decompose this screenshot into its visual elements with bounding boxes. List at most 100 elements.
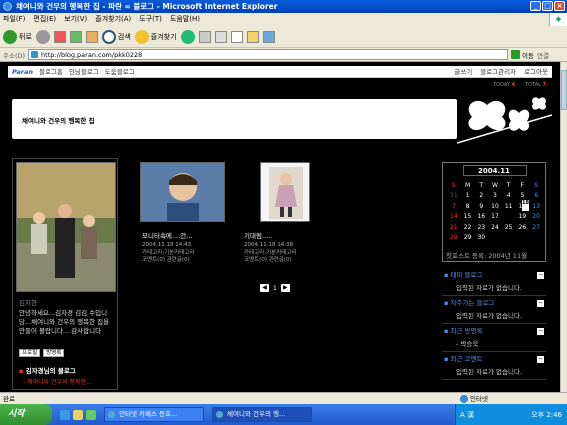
go-button[interactable]: 이동 — [511, 50, 534, 60]
calendar-day[interactable]: 29 — [461, 233, 475, 244]
taskbar-window-blog[interactable]: 채여니와 건우의 행... — [212, 407, 312, 422]
explorer-quicklaunch-icon[interactable] — [73, 409, 83, 420]
back-button[interactable]: 뒤로 — [3, 29, 32, 44]
calendar-month: 2004.11 — [478, 167, 510, 175]
menu-edit[interactable]: 편집(E) — [33, 13, 56, 26]
ime-indicator[interactable]: A 漢 — [460, 410, 474, 420]
calendar-day[interactable]: 9 — [474, 201, 488, 212]
forward-button[interactable] — [35, 29, 50, 44]
search-button[interactable]: 검색 — [101, 29, 131, 44]
calendar-day[interactable]: 4 — [502, 191, 516, 202]
calendar-day[interactable]: 19 — [516, 212, 530, 223]
taskbar-window-cafe[interactable]: 인터넷 카페스 등호... — [104, 407, 204, 422]
post-category[interactable]: 카테고리:기본카테고리 — [142, 250, 194, 258]
refresh-button[interactable] — [69, 30, 82, 43]
calendar-day[interactable]: 20 — [529, 212, 543, 223]
theme-blog-title[interactable]: 태마 블로그 — [450, 271, 482, 279]
calendar-day[interactable]: 17 — [488, 212, 502, 223]
calendar-day[interactable]: 21 — [447, 222, 461, 233]
nav-logout[interactable]: 로그아웃 — [524, 66, 548, 77]
post-category[interactable]: 카테고리:기본카테고리 — [244, 250, 296, 258]
collapse-icon[interactable]: − — [537, 300, 544, 307]
calendar-day[interactable]: 13 — [529, 201, 543, 212]
friend-blog-link[interactable]: - 채여니와 건우의 행복한... — [23, 377, 92, 386]
profile-sidebar: 김지현 안녕하세요...김자경 김김 수입니당...채여니와 건우의 행복한 집… — [12, 158, 118, 390]
calendar-day[interactable]: 27 — [529, 222, 543, 233]
calendar-day-today[interactable]: 18 — [522, 200, 529, 211]
calendar-day[interactable]: 14 — [447, 212, 461, 223]
minimize-button[interactable]: _ — [530, 1, 541, 11]
collapse-icon[interactable]: − — [537, 328, 544, 335]
calendar-day[interactable]: 3 — [488, 191, 502, 202]
profile-button[interactable]: 프로필 — [19, 349, 41, 357]
menu-favorites[interactable]: 즐겨찾기(A) — [95, 13, 131, 26]
favorite-blogs-body: 입력된 자료가 없습니다. — [456, 312, 522, 320]
calendar-day[interactable]: 24 — [488, 222, 502, 233]
calendar-day[interactable]: 2 — [474, 191, 488, 202]
calendar-day[interactable]: 11 — [502, 201, 516, 212]
home-button[interactable] — [85, 30, 98, 43]
media-button[interactable] — [180, 29, 195, 44]
recent-guestbook-entry[interactable]: - 박승욱 — [442, 337, 546, 351]
mail-button[interactable] — [198, 30, 211, 43]
desktop-quicklaunch-icon[interactable] — [86, 409, 96, 420]
vertical-scrollbar[interactable] — [560, 62, 567, 392]
favorite-blogs-title[interactable]: 자주가는 블로그 — [450, 299, 494, 307]
post-counts[interactable]: 코멘트(0) 관련글(0) — [244, 257, 296, 265]
edit-button[interactable] — [230, 30, 243, 43]
calendar-day[interactable]: 8 — [461, 201, 475, 212]
favorite-blogs-box: 자주가는 블로그 − 입력된 자료가 없습니다. — [442, 298, 546, 324]
calendar-day[interactable]: 1 — [461, 191, 475, 202]
recent-comments-title[interactable]: 최근 코멘트 — [450, 355, 482, 363]
favorites-button[interactable]: 즐겨찾기 — [134, 29, 177, 44]
post-counts[interactable]: 코멘트(0) 관련글(0) — [142, 257, 194, 265]
paran-logo[interactable]: Paran — [12, 66, 33, 77]
nav-blog-admin[interactable]: 블로그관리자 — [480, 66, 516, 77]
folder-button[interactable] — [246, 30, 259, 43]
start-button[interactable]: 시작 — [0, 404, 52, 425]
prev-page-icon[interactable]: ◀ — [260, 284, 269, 292]
blog-title[interactable]: 채여니와 건우의 행복한 집 — [22, 115, 95, 125]
links-label[interactable]: 연결 — [537, 50, 549, 60]
menu-view[interactable]: 보기(V) — [64, 13, 87, 26]
nav-help-blog[interactable]: 도움블로그 — [105, 66, 135, 77]
post-thumbnail[interactable] — [140, 162, 225, 222]
calendar-day[interactable]: 26 — [516, 222, 530, 233]
messenger-button[interactable] — [262, 30, 275, 43]
collapse-icon[interactable]: − — [537, 272, 544, 279]
print-button[interactable] — [214, 30, 227, 43]
scrollbar-thumb[interactable] — [561, 70, 567, 110]
calendar-day[interactable]: 7 — [447, 201, 461, 212]
nav-write[interactable]: 글쓰기 — [454, 66, 472, 77]
address-input[interactable]: http://blog.paran.com/pkk0228 — [28, 49, 509, 60]
collapse-icon[interactable]: − — [537, 356, 544, 363]
recent-comments-body: 입력된 자료가 없습니다. — [456, 368, 522, 376]
calendar-day[interactable]: 10 — [488, 201, 502, 212]
menu-help[interactable]: 도움말(H) — [170, 13, 200, 26]
post-title[interactable]: 모니터속에....건... — [142, 230, 192, 240]
calendar-day[interactable]: 25 — [502, 222, 516, 233]
menu-tools[interactable]: 도구(T) — [139, 13, 162, 26]
calendar-day[interactable]: 16 — [474, 212, 488, 223]
menu-file[interactable]: 파일(F) — [3, 13, 25, 26]
nav-linked-blog[interactable]: 인닝블로그 — [69, 66, 99, 77]
post-thumbnail[interactable] — [260, 162, 310, 222]
current-page[interactable]: 1 — [273, 285, 277, 292]
visit-counter: TODAY 4 TOTAL 7 — [493, 82, 546, 88]
calendar-day[interactable]: 30 — [474, 233, 488, 244]
calendar-day[interactable]: 23 — [474, 222, 488, 233]
calendar-day[interactable]: 6 — [529, 191, 543, 202]
stop-button[interactable] — [53, 30, 66, 43]
maximize-button[interactable]: □ — [542, 1, 553, 11]
family-photo-image — [17, 163, 115, 291]
guestbook-button[interactable]: 방명록 — [43, 349, 65, 357]
calendar-day[interactable]: 15 — [461, 212, 475, 223]
recent-guestbook-title[interactable]: 최근 방명록 — [450, 327, 482, 335]
post-title[interactable]: 기대림..... — [244, 230, 272, 240]
calendar-day[interactable]: 28 — [447, 233, 461, 244]
next-page-icon[interactable]: ▶ — [280, 284, 290, 292]
nav-blog-home[interactable]: 블로그홈 — [39, 66, 63, 77]
calendar-day[interactable]: 22 — [461, 222, 475, 233]
ie-quicklaunch-icon[interactable] — [60, 409, 70, 420]
close-button[interactable]: × — [554, 1, 565, 11]
